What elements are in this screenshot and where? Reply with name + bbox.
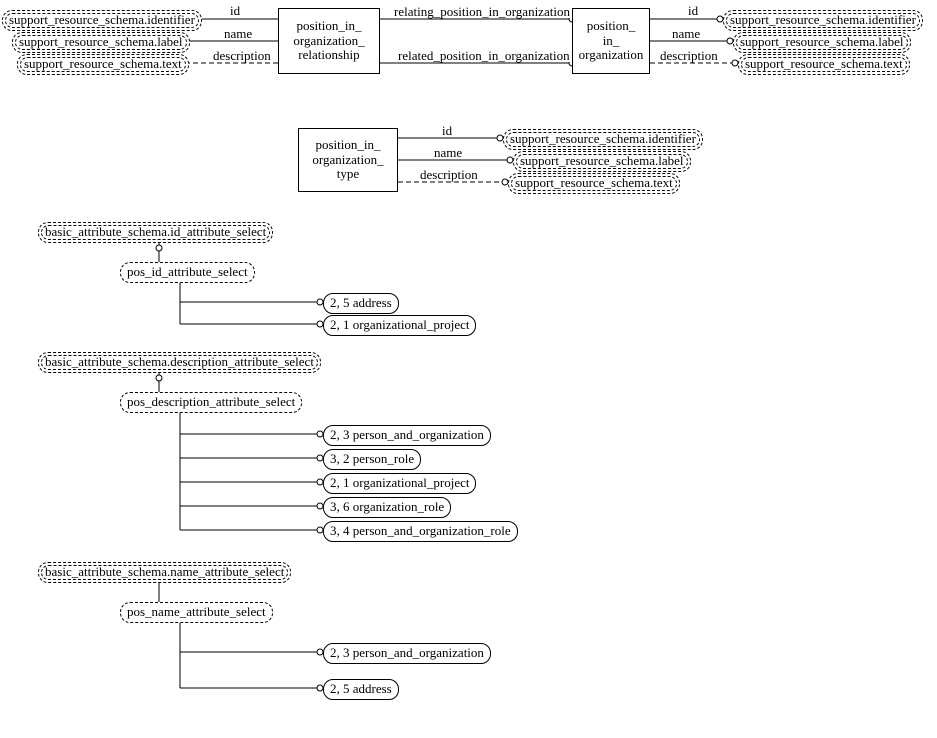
attr-id-right: id: [686, 4, 700, 17]
label: support_resource_schema.label: [520, 153, 684, 168]
ref-text-left: support_resource_schema.text: [17, 54, 189, 75]
attr-name-right: name: [670, 27, 702, 40]
label: 2, 5 address: [330, 295, 392, 310]
label: 2, 3 person_and_organization: [330, 427, 484, 442]
label: support_resource_schema.identifier: [9, 12, 195, 27]
entity-position-in-organization-type: position_in_ organization_ type: [298, 128, 398, 192]
tree2-parent: basic_attribute_schema.description_attri…: [38, 352, 321, 373]
ref-label-right: support_resource_schema.label: [733, 32, 911, 53]
label: support_resource_schema.text: [515, 175, 673, 190]
label: 2, 1 organizational_project: [330, 317, 469, 332]
tree1-item: 2, 1 organizational_project: [323, 315, 476, 336]
attr-desc-right: description: [658, 49, 720, 62]
tree2-item: 3, 2 person_role: [323, 449, 421, 470]
label: 2, 1 organizational_project: [330, 475, 469, 490]
label: basic_attribute_schema.description_attri…: [45, 354, 314, 369]
tree3-parent: basic_attribute_schema.name_attribute_se…: [38, 562, 291, 583]
tree2-select: pos_description_attribute_select: [120, 392, 302, 413]
label: position_ in_ organization: [579, 19, 644, 64]
tree3-item: 2, 5 address: [323, 679, 399, 700]
ref-identifier-left: support_resource_schema.identifier: [2, 10, 202, 31]
attr-desc-mid: description: [418, 168, 480, 181]
attr-name-mid: name: [432, 146, 464, 159]
ref-identifier-right: support_resource_schema.identifier: [723, 10, 923, 31]
label: 3, 4 person_and_organization_role: [330, 523, 511, 538]
entity-position-in-organization-relationship: position_in_ organization_ relationship: [278, 8, 380, 74]
label: position_in_ organization_ type: [312, 138, 383, 183]
label: 3, 2 person_role: [330, 451, 414, 466]
attr-desc-left: description: [211, 49, 273, 62]
attr-name-left: name: [222, 27, 254, 40]
rel-relating: relating_position_in_organization: [392, 5, 572, 18]
tree3-item: 2, 3 person_and_organization: [323, 643, 491, 664]
diagram-canvas: support_resource_schema.identifier suppo…: [0, 0, 937, 738]
label: 3, 6 organization_role: [330, 499, 444, 514]
tree2-item: 3, 6 organization_role: [323, 497, 451, 518]
tree2-item: 2, 3 person_and_organization: [323, 425, 491, 446]
label: support_resource_schema.text: [24, 56, 182, 71]
label: pos_id_attribute_select: [127, 264, 248, 279]
label: basic_attribute_schema.name_attribute_se…: [45, 564, 284, 579]
label: 2, 5 address: [330, 681, 392, 696]
tree1-select: pos_id_attribute_select: [120, 262, 255, 283]
ref-label-mid: support_resource_schema.label: [513, 151, 691, 172]
tree2-item: 3, 4 person_and_organization_role: [323, 521, 518, 542]
label: support_resource_schema.label: [740, 34, 904, 49]
attr-id-left: id: [228, 4, 242, 17]
label: pos_description_attribute_select: [127, 394, 295, 409]
ref-identifier-mid: support_resource_schema.identifier: [503, 129, 703, 150]
rel-related: related_position_in_organization: [396, 49, 572, 62]
label: support_resource_schema.identifier: [510, 131, 696, 146]
label: support_resource_schema.identifier: [730, 12, 916, 27]
label: support_resource_schema.text: [745, 56, 903, 71]
ref-text-mid: support_resource_schema.text: [508, 173, 680, 194]
label: position_in_ organization_ relationship: [293, 19, 364, 64]
tree3-select: pos_name_attribute_select: [120, 602, 273, 623]
attr-id-mid: id: [440, 124, 454, 137]
tree2-item: 2, 1 organizational_project: [323, 473, 476, 494]
tree1-item: 2, 5 address: [323, 293, 399, 314]
ref-label-left: support_resource_schema.label: [12, 32, 190, 53]
label: pos_name_attribute_select: [127, 604, 266, 619]
ref-text-right: support_resource_schema.text: [738, 54, 910, 75]
label: support_resource_schema.label: [19, 34, 183, 49]
label: basic_attribute_schema.id_attribute_sele…: [45, 224, 266, 239]
tree1-parent: basic_attribute_schema.id_attribute_sele…: [38, 222, 273, 243]
entity-position-in-organization: position_ in_ organization: [572, 8, 650, 74]
label: 2, 3 person_and_organization: [330, 645, 484, 660]
